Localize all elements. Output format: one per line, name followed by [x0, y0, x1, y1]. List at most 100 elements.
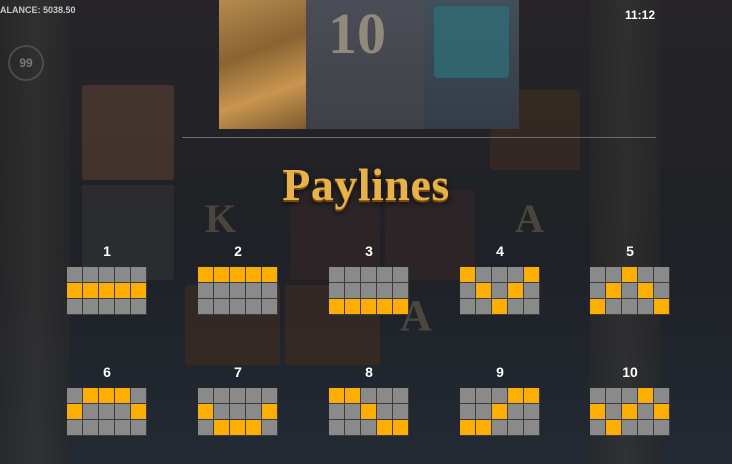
payline-grid — [329, 267, 409, 315]
payline-cell — [654, 420, 669, 435]
payline-cell — [345, 404, 360, 419]
payline-cell — [590, 420, 605, 435]
payline-cell — [377, 283, 392, 298]
payline-cell — [262, 299, 277, 314]
payline-cell-active — [606, 283, 621, 298]
payline-cell — [345, 420, 360, 435]
payline-cell-active — [622, 267, 637, 282]
payline-cell-active — [67, 283, 82, 298]
payline-cell-active — [83, 388, 98, 403]
payline-cell — [654, 283, 669, 298]
payline-cell — [590, 388, 605, 403]
payline-10: 10 — [590, 363, 670, 436]
payline-cell — [329, 404, 344, 419]
payline-cell-active — [67, 404, 82, 419]
payline-cell-active — [131, 404, 146, 419]
payline-cell-active — [345, 388, 360, 403]
payline-cell — [622, 388, 637, 403]
payline-cell — [83, 267, 98, 282]
payline-6: 6 — [67, 363, 147, 436]
payline-cell — [214, 299, 229, 314]
payline-cell — [67, 388, 82, 403]
payline-cell — [198, 299, 213, 314]
payline-cell — [83, 404, 98, 419]
payline-cell — [230, 283, 245, 298]
payline-cell — [198, 283, 213, 298]
payline-2: 2 — [198, 242, 278, 315]
payline-cell-active — [638, 388, 653, 403]
clock: 11:12 — [625, 8, 656, 22]
payline-cell-active — [198, 404, 213, 419]
payline-cell-active — [377, 299, 392, 314]
payline-number: 5 — [626, 243, 634, 259]
payline-cell-active — [492, 404, 507, 419]
payline-cell — [115, 404, 130, 419]
payline-cell — [622, 420, 637, 435]
payline-number: 8 — [365, 364, 373, 380]
payline-8: 8 — [329, 363, 409, 436]
payline-cell — [508, 299, 523, 314]
payline-cell — [460, 404, 475, 419]
payline-cell — [262, 388, 277, 403]
payline-cell — [198, 420, 213, 435]
payline-grid — [198, 388, 278, 436]
payline-1: 1 — [67, 242, 147, 315]
payline-cell — [230, 388, 245, 403]
payline-cell — [476, 388, 491, 403]
payline-cell-active — [393, 420, 408, 435]
payline-cell-active — [460, 267, 475, 282]
payline-grid — [590, 388, 670, 436]
payline-cell-active — [230, 420, 245, 435]
payline-cell-active — [329, 388, 344, 403]
payline-cell — [214, 283, 229, 298]
payline-cell — [246, 404, 261, 419]
payline-cell — [246, 299, 261, 314]
payline-cell — [590, 283, 605, 298]
payline-cell — [99, 420, 114, 435]
payline-cell — [508, 267, 523, 282]
payline-cell-active — [590, 299, 605, 314]
payline-cell-active — [345, 299, 360, 314]
gold-border-symbol — [219, 0, 306, 129]
payline-cell — [606, 267, 621, 282]
payline-cell — [131, 388, 146, 403]
payline-7: 7 — [198, 363, 278, 436]
payline-cell-active — [590, 404, 605, 419]
payline-cell-active — [508, 283, 523, 298]
payline-cell — [393, 388, 408, 403]
payline-cell — [262, 283, 277, 298]
payline-number: 3 — [365, 243, 373, 259]
payline-cell — [361, 283, 376, 298]
payline-cell — [524, 283, 539, 298]
payline-cell — [230, 404, 245, 419]
divider — [182, 137, 656, 138]
payline-cell — [361, 267, 376, 282]
payline-cell — [262, 420, 277, 435]
payline-cell — [492, 388, 507, 403]
payline-cell — [606, 404, 621, 419]
payline-cell-active — [99, 283, 114, 298]
payline-grid — [460, 267, 540, 315]
payline-cell — [638, 267, 653, 282]
payline-cell-active — [83, 283, 98, 298]
payline-number: 6 — [103, 364, 111, 380]
payline-cell — [654, 267, 669, 282]
payline-cell — [115, 420, 130, 435]
payline-cell — [83, 420, 98, 435]
payline-cell — [476, 267, 491, 282]
payline-cell-active — [524, 388, 539, 403]
payline-cell-active — [115, 388, 130, 403]
payline-cell-active — [524, 267, 539, 282]
payline-number: 1 — [103, 243, 111, 259]
payline-cell — [393, 404, 408, 419]
ten-symbol: 10 A — [306, 0, 477, 129]
payline-cell — [131, 267, 146, 282]
payline-cell — [508, 404, 523, 419]
payline-grid — [67, 267, 147, 315]
payline-cell-active — [622, 404, 637, 419]
payline-cell — [329, 283, 344, 298]
payline-cell-active — [492, 299, 507, 314]
payline-cell — [460, 388, 475, 403]
payline-cell — [131, 299, 146, 314]
payline-cell — [230, 299, 245, 314]
